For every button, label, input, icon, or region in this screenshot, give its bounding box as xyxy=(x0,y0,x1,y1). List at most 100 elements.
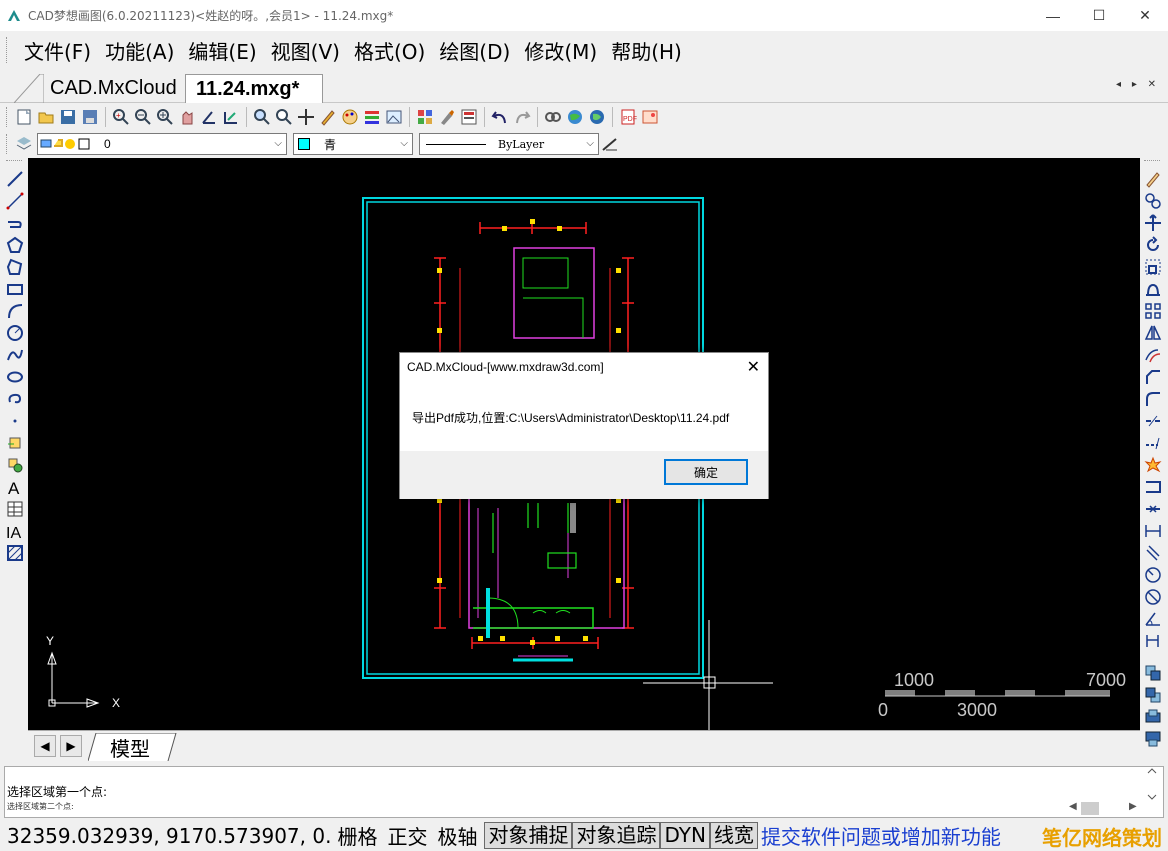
maximize-button[interactable]: ☐ xyxy=(1076,0,1122,31)
command-window[interactable]: 选择区域第一个点: 选择区域第二个点: ◀ ▶ xyxy=(4,766,1164,818)
redo-icon[interactable] xyxy=(513,108,531,126)
send-to-back-icon[interactable] xyxy=(1144,686,1162,704)
move-arrows-icon[interactable] xyxy=(1144,214,1162,232)
send-under-icon[interactable] xyxy=(1144,730,1162,748)
diameter-dimension-icon[interactable] xyxy=(1144,588,1162,606)
layers-color-icon[interactable] xyxy=(363,108,381,126)
pencil-icon[interactable] xyxy=(319,108,337,126)
scale-icon[interactable] xyxy=(1144,258,1162,276)
tab-cad-mxcloud[interactable]: CAD.MxCloud xyxy=(40,74,185,103)
move-icon[interactable] xyxy=(297,108,315,126)
dyn-toggle[interactable]: DYN xyxy=(660,822,710,849)
polyline-icon[interactable] xyxy=(6,214,24,232)
draw-order-icon[interactable] xyxy=(222,108,240,126)
link-icon[interactable] xyxy=(544,108,562,126)
close-window-button[interactable]: ✕ xyxy=(1122,0,1168,31)
save-as-icon[interactable] xyxy=(81,108,99,126)
brush-icon[interactable] xyxy=(438,108,456,126)
command-scrollbar[interactable] xyxy=(1143,767,1161,801)
model-tab[interactable]: 模型 xyxy=(110,733,150,762)
menu-help[interactable]: 帮助(H) xyxy=(604,36,689,65)
layer-combo[interactable]: 0 ⌵ xyxy=(37,133,287,155)
palette-icon[interactable] xyxy=(341,108,359,126)
match-properties-icon[interactable] xyxy=(416,108,434,126)
tab-11-24-mxg[interactable]: 11.24.mxg* xyxy=(185,74,323,103)
properties-icon[interactable] xyxy=(460,108,478,126)
table-icon[interactable] xyxy=(6,500,24,518)
erase-icon[interactable] xyxy=(1144,170,1162,188)
offset-icon[interactable] xyxy=(1144,346,1162,364)
scroll-right-icon[interactable]: ▶ xyxy=(1129,801,1137,812)
explode-icon[interactable] xyxy=(1144,456,1162,474)
revision-cloud-icon[interactable] xyxy=(6,390,24,408)
save-icon[interactable] xyxy=(59,108,77,126)
scroll-left-icon[interactable]: ◀ xyxy=(1069,801,1077,812)
zoom-out-icon[interactable] xyxy=(134,108,152,126)
rectangle-icon[interactable] xyxy=(6,280,24,298)
point-icon[interactable] xyxy=(6,412,24,430)
menu-modify[interactable]: 修改(M) xyxy=(517,36,604,65)
open-file-icon[interactable] xyxy=(37,108,55,126)
pan-hand-icon[interactable] xyxy=(178,108,196,126)
hatch-icon[interactable] xyxy=(6,544,24,562)
chamfer-icon[interactable] xyxy=(1144,368,1162,386)
layer-manager-icon[interactable] xyxy=(15,135,33,153)
circle-icon[interactable] xyxy=(6,324,24,342)
insert-block-icon[interactable] xyxy=(6,434,24,452)
lineweight-toggle[interactable]: 线宽 xyxy=(709,822,758,849)
export-pdf-icon[interactable]: PDF xyxy=(619,108,637,126)
multiline-text-icon[interactable]: IA xyxy=(6,522,24,540)
minimize-button[interactable]: — xyxy=(1030,0,1076,31)
feedback-link[interactable]: 提交软件问题或增加新功能 xyxy=(758,821,1004,850)
text-icon[interactable]: A xyxy=(6,478,24,496)
horizontal-scrollbar[interactable]: ◀ ▶ xyxy=(1067,801,1143,817)
world-icon[interactable] xyxy=(588,108,606,126)
object-snap-toggle[interactable]: 对象捕捉 xyxy=(484,822,573,849)
fillet-icon[interactable] xyxy=(1144,390,1162,408)
ok-button[interactable]: 确定 xyxy=(664,459,748,485)
mirror-icon[interactable] xyxy=(1144,324,1162,342)
globe-icon[interactable] xyxy=(566,108,584,126)
menu-format[interactable]: 格式(O) xyxy=(347,36,432,65)
grid-toggle[interactable]: 栅格 xyxy=(334,821,380,850)
zoom-in-icon[interactable] xyxy=(156,108,174,126)
arc-icon[interactable] xyxy=(6,302,24,320)
aligned-dimension-icon[interactable] xyxy=(1144,544,1162,562)
line-icon[interactable] xyxy=(6,170,24,188)
irregular-polygon-icon[interactable] xyxy=(6,258,24,276)
dialog-close-icon[interactable]: ✕ xyxy=(747,357,760,377)
construction-line-icon[interactable] xyxy=(6,192,24,210)
make-block-icon[interactable] xyxy=(6,456,24,474)
polygon-icon[interactable] xyxy=(6,236,24,254)
prev-layout-button[interactable]: ◀ xyxy=(34,735,56,757)
angle-icon[interactable] xyxy=(200,108,218,126)
break-icon[interactable] xyxy=(1144,478,1162,496)
spline-icon[interactable] xyxy=(6,346,24,364)
menu-draw[interactable]: 绘图(D) xyxy=(432,36,517,65)
baseline-dimension-icon[interactable] xyxy=(1144,632,1162,650)
tab-scroll-arrows[interactable]: ◂ ▸ ✕ xyxy=(1116,79,1160,90)
object-tracking-toggle[interactable]: 对象追踪 xyxy=(572,822,661,849)
bring-above-icon[interactable] xyxy=(1144,708,1162,726)
new-file-icon[interactable] xyxy=(15,108,33,126)
menu-function[interactable]: 功能(A) xyxy=(98,36,181,65)
menu-view[interactable]: 视图(V) xyxy=(264,36,347,65)
menu-file[interactable]: 文件(F) xyxy=(17,36,98,65)
trim-icon[interactable] xyxy=(1144,412,1162,430)
linear-dimension-icon[interactable] xyxy=(1144,522,1162,540)
stretch-icon[interactable] xyxy=(1144,280,1162,298)
array-icon[interactable] xyxy=(1144,302,1162,320)
undo-icon[interactable] xyxy=(491,108,509,126)
menu-edit[interactable]: 编辑(E) xyxy=(181,36,263,65)
zoom-realtime-icon[interactable]: + xyxy=(112,108,130,126)
zoom-extents-icon[interactable] xyxy=(275,108,293,126)
rotate-icon[interactable] xyxy=(1144,236,1162,254)
export-image-icon[interactable] xyxy=(641,108,659,126)
polar-toggle[interactable]: 极轴 xyxy=(434,821,480,850)
ellipse-icon[interactable] xyxy=(6,368,24,386)
color-combo[interactable]: 青 ⌵ xyxy=(293,133,413,155)
angular-dimension-icon[interactable] xyxy=(1144,610,1162,628)
lineweight-icon[interactable] xyxy=(601,135,619,153)
scroll-thumb[interactable] xyxy=(1081,802,1099,815)
linetype-combo[interactable]: ByLayer ⌵ xyxy=(419,133,599,155)
